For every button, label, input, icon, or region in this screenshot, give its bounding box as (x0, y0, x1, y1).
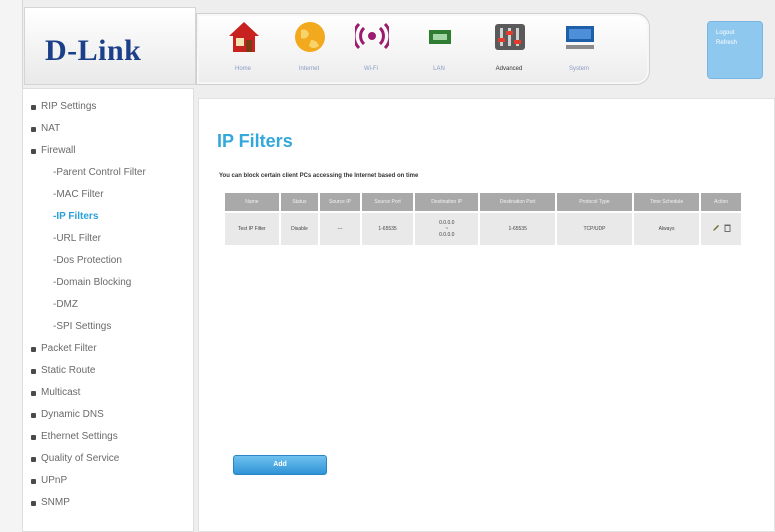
nav-home[interactable]: Home (215, 18, 271, 78)
sidebar-item-label: Packet Filter (41, 343, 97, 354)
sidebar-item-label: Quality of Service (41, 453, 120, 464)
nav-system-label: System (568, 66, 589, 72)
nav-home-label: Home (234, 66, 251, 72)
sidebar-item-label: NAT (41, 123, 61, 134)
header: D-Link Home Internet Wi-Fi LAN Advanced … (22, 3, 775, 87)
sidebar-item-label: Multicast (41, 387, 81, 398)
sidebar-item-label: -IP Filters (53, 211, 99, 222)
nav-advanced-label: Advanced (495, 66, 523, 72)
sidebar: RIP Settings NAT Firewall -Parent Contro… (22, 88, 194, 532)
cell-status: Disable (280, 213, 319, 245)
nav-advanced[interactable]: Advanced (481, 18, 537, 78)
main-panel: IP Filters You can block certain client … (198, 98, 775, 532)
bullet-icon (31, 435, 36, 440)
sidebar-item-label: -Domain Blocking (53, 277, 132, 288)
cell-name: Test IP Filter (225, 213, 279, 245)
dest-ip-end: 0.0.0.0 (439, 232, 455, 238)
bullet-icon (31, 369, 36, 374)
edit-icon[interactable] (712, 224, 720, 232)
col-destination-ip: Destination IP (415, 193, 479, 211)
cell-time-schedule: Always (633, 213, 700, 245)
cell-destination-ip: 0.0.0.0 ~ 0.0.0.0 (415, 213, 479, 245)
bullet-icon (31, 501, 36, 506)
top-nav: Home Internet Wi-Fi LAN Advanced System (196, 13, 650, 85)
cell-source-ip: --- (320, 213, 360, 245)
sidebar-item-label: -MAC Filter (53, 189, 104, 200)
nav-internet-label: Internet (298, 66, 320, 72)
sidebar-item-label: -Parent Control Filter (53, 167, 146, 178)
dlink-logo[interactable]: D-Link (45, 34, 141, 68)
wifi-icon (355, 22, 389, 50)
sidebar-item-label: Dynamic DNS (41, 409, 104, 420)
bullet-icon (31, 127, 36, 132)
sidebar-item-label: -Dos Protection (53, 255, 122, 266)
cell-action (701, 213, 741, 245)
logo-box: D-Link (24, 7, 196, 85)
nav-wifi-label: Wi-Fi (364, 66, 378, 72)
bullet-icon (31, 391, 36, 396)
nav-lan-label: LAN (433, 66, 445, 72)
col-source-ip: Source IP (320, 193, 360, 211)
sidebar-item-label: SNMP (41, 497, 70, 508)
cell-protocol-type: TCP/UDP (557, 213, 632, 245)
system-icon (566, 26, 594, 49)
account-box: Logout Refresh (707, 21, 763, 79)
advanced-icon (495, 24, 525, 50)
sidebar-item-label: Firewall (41, 145, 76, 156)
nav-wifi[interactable]: Wi-Fi (343, 18, 399, 78)
sidebar-item-label: RIP Settings (41, 101, 97, 112)
col-protocol-type: Protocol Type (557, 193, 632, 211)
refresh-link[interactable]: Refresh (716, 40, 737, 46)
lan-icon (429, 30, 451, 44)
sidebar-item-label: -DMZ (53, 299, 78, 310)
bullet-icon (31, 413, 36, 418)
sidebar-item-label: Ethernet Settings (41, 431, 118, 442)
home-icon (229, 22, 259, 52)
nav-internet[interactable]: Internet (281, 18, 337, 78)
col-source-port: Source Port (361, 193, 414, 211)
globe-icon (295, 22, 325, 52)
sidebar-item-label: Static Route (41, 365, 96, 376)
delete-icon[interactable] (724, 224, 731, 232)
col-name: Name (225, 193, 279, 211)
col-destination-port: Destination Port (480, 193, 556, 211)
page-description: You can block certain client PCs accessi… (219, 173, 419, 179)
sidebar-item-label: -SPI Settings (53, 321, 112, 332)
cell-source-port: 1-65535 (361, 213, 414, 245)
sidebar-item-label: -URL Filter (53, 233, 101, 244)
col-action: Action (701, 193, 741, 211)
bullet-icon (31, 149, 36, 154)
action-icons (712, 224, 731, 232)
table-header-row: Name Status Source IP Source Port Destin… (225, 193, 741, 211)
sidebar-item-label: UPnP (41, 475, 68, 486)
nav-lan[interactable]: LAN (411, 18, 467, 78)
table-row: Test IP Filter Disable --- 1-65535 0.0.0… (225, 213, 741, 245)
nav-system[interactable]: System (551, 18, 607, 78)
add-button[interactable]: Add (233, 455, 327, 475)
bullet-icon (31, 479, 36, 484)
col-status: Status (280, 193, 319, 211)
page-title: IP Filters (217, 131, 293, 151)
ip-filters-table: Name Status Source IP Source Port Destin… (223, 191, 743, 247)
bullet-icon (31, 105, 36, 110)
logout-link[interactable]: Logout (716, 30, 734, 36)
bullet-icon (31, 347, 36, 352)
cell-destination-port: 1-65535 (480, 213, 556, 245)
col-time-schedule: Time Schedule (633, 193, 700, 211)
bullet-icon (31, 457, 36, 462)
